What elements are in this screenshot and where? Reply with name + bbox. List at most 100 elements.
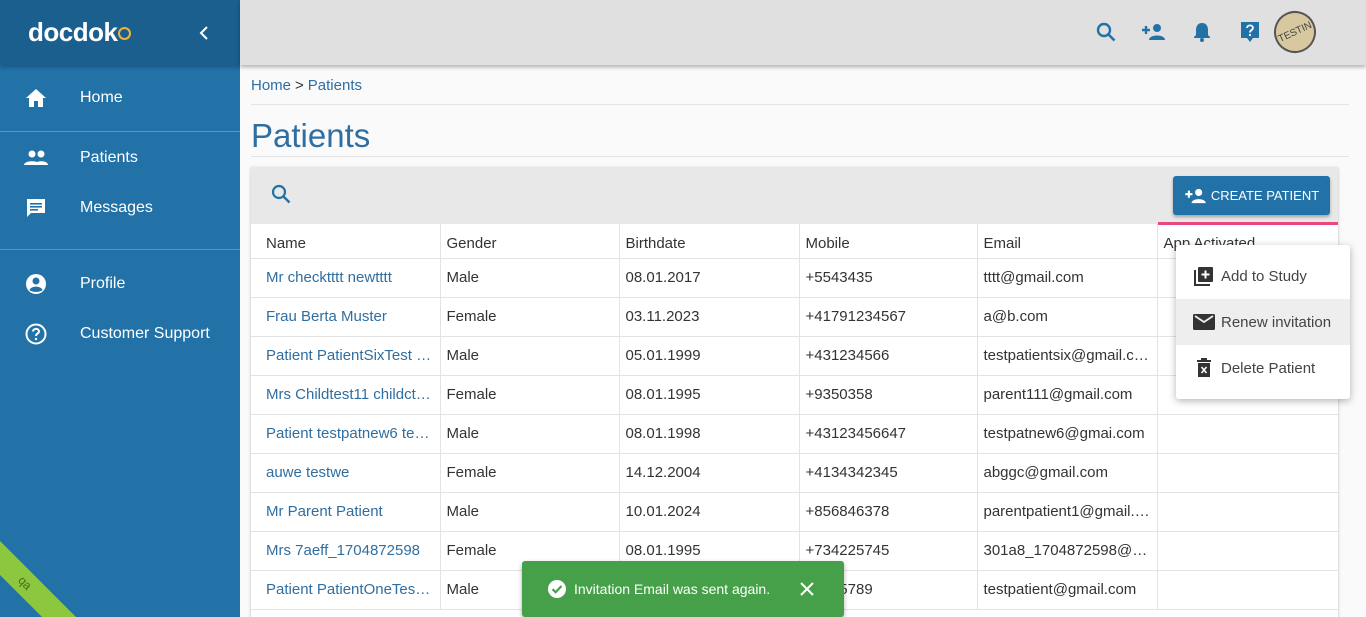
account-circle-icon: [24, 272, 48, 296]
cell-email: tttt@gmail.com: [977, 258, 1158, 298]
patients-table-card: CREATE PATIENT Name Gender Birthdate Mob…: [251, 167, 1338, 617]
breadcrumb: Home > Patients: [251, 77, 362, 94]
close-icon[interactable]: [798, 580, 816, 598]
menu-item-add-to-study[interactable]: Add to Study: [1176, 253, 1350, 299]
menu-item-label: Add to Study: [1221, 267, 1307, 285]
table-header-row: Name Gender Birthdate Mobile Email App A…: [251, 224, 1338, 259]
top-app-bar: TESTIN: [240, 0, 1366, 65]
sidebar-item-home[interactable]: Home: [0, 73, 240, 123]
sidebar-item-label: Customer Support: [80, 325, 210, 342]
column-header-birthdate[interactable]: Birthdate: [619, 224, 800, 259]
success-snackbar: Invitation Email was sent again.: [522, 561, 844, 617]
breadcrumb-home-link[interactable]: Home: [251, 77, 291, 94]
search-icon: [1096, 22, 1116, 42]
cell-email: abggc@gmail.com: [977, 453, 1158, 493]
cell-name[interactable]: Mr checktttt newtttt: [251, 258, 441, 298]
column-focus-indicator: [1158, 222, 1338, 225]
cell-mobile: +5543435: [799, 258, 978, 298]
nav-group-main: Home: [0, 65, 240, 132]
column-header-name[interactable]: Name: [251, 224, 441, 259]
cell-email: testpatient@gmail.com: [977, 570, 1158, 610]
search-icon: [271, 184, 291, 204]
column-header-email[interactable]: Email: [977, 224, 1158, 259]
table-row[interactable]: auwe testwe Female 14.12.2004 +4134342345 ab…: [251, 453, 1338, 493]
cell-birthdate: 05.01.1999: [619, 336, 800, 376]
cell-mobile: +41791234567: [799, 297, 978, 337]
breadcrumb-current[interactable]: Patients: [308, 77, 362, 94]
table-row[interactable]: Patient testpatnew6 testpat Male 08.01.199…: [251, 414, 1338, 454]
cell-email: parent111@gmail.com: [977, 375, 1158, 415]
cell-name[interactable]: Mr Parent Patient: [251, 492, 441, 532]
page-title: Patients: [251, 117, 371, 154]
cell-gender: Male: [440, 336, 620, 376]
cell-mobile: +4134342345: [799, 453, 978, 493]
cell-name[interactable]: Mrs 7aeff_1704872598: [251, 531, 441, 571]
cell-name[interactable]: Patient PatientOneTest testpatient: [251, 570, 441, 610]
avatar[interactable]: TESTIN: [1267, 4, 1323, 60]
chevron-left-icon: [199, 25, 208, 40]
cell-mobile: +9350358: [799, 375, 978, 415]
nav-group-account: Profile Customer Support: [0, 250, 240, 368]
table-toolbar: CREATE PATIENT: [251, 167, 1338, 225]
table-row[interactable]: Patient PatientSixTest testpatientsixMal…: [251, 336, 1338, 376]
cell-birthdate: 03.11.2023: [619, 297, 800, 337]
table-row[interactable]: Frau Berta Muster Female 03.11.2023 +417912…: [251, 297, 1338, 337]
add-user-button[interactable]: [1130, 10, 1178, 54]
menu-item-label: Delete Patient: [1221, 359, 1316, 377]
snackbar-message: Invitation Email was sent again.: [574, 581, 771, 597]
person-add-icon: [1185, 188, 1206, 203]
cell-birthdate: 08.01.1998: [619, 414, 800, 454]
app-logo[interactable]: docdok: [28, 17, 132, 48]
cell-name[interactable]: Mrs Childtest11 childctest: [251, 375, 441, 415]
sidebar-item-customer-support[interactable]: Customer Support: [0, 309, 240, 359]
menu-item-renew-invitation[interactable]: Renew invitation: [1176, 299, 1350, 345]
menu-item-delete-patient[interactable]: Delete Patient: [1176, 345, 1350, 391]
column-header-mobile[interactable]: Mobile: [799, 224, 978, 259]
column-header-gender[interactable]: Gender: [440, 224, 620, 259]
sidebar-item-patients[interactable]: Patients: [0, 133, 240, 183]
cell-gender: Male: [440, 492, 620, 532]
cell-name[interactable]: auwe testwe: [251, 453, 441, 493]
sidebar-item-profile[interactable]: Profile: [0, 259, 240, 309]
logo-mark-icon: [118, 27, 132, 40]
help-button[interactable]: [1226, 10, 1274, 54]
cell-gender: Male: [440, 414, 620, 454]
table-search-button[interactable]: [271, 184, 295, 208]
sidebar-item-label: Patients: [80, 149, 138, 166]
cell-email: testpatnew6@gmai.com: [977, 414, 1158, 454]
cell-gender: Male: [440, 258, 620, 298]
sidebar-item-messages[interactable]: Messages: [0, 183, 240, 233]
search-button[interactable]: [1082, 10, 1130, 54]
cell-mobile: +856846378: [799, 492, 978, 532]
cell-email: 301a8_1704872598@gmail.com: [977, 531, 1158, 571]
bell-icon: [1194, 23, 1210, 42]
collapse-sidebar-button[interactable]: [194, 23, 214, 43]
cell-birthdate: 14.12.2004: [619, 453, 800, 493]
table-row[interactable]: Mr checktttt newtttt Male 08.01.2017 +55434…: [251, 258, 1338, 298]
breadcrumb-separator: >: [295, 77, 304, 94]
create-patient-button[interactable]: CREATE PATIENT: [1173, 176, 1330, 215]
help-box-icon: [1241, 22, 1259, 42]
table-row[interactable]: Mrs Childtest11 childctest Female 08.01.19…: [251, 375, 1338, 415]
cell-birthdate: 10.01.2024: [619, 492, 800, 532]
help-circle-icon: [24, 322, 48, 346]
cell-name[interactable]: Patient PatientSixTest testpatientsix: [251, 336, 441, 376]
cell-email: a@b.com: [977, 297, 1158, 337]
cell-app-activated: [1157, 453, 1338, 493]
table-row[interactable]: Mr Parent Patient Male 10.01.2024 +85684637…: [251, 492, 1338, 532]
cell-mobile: +43123456647: [799, 414, 978, 454]
cell-email: testpatientsix@gmail.com: [977, 336, 1158, 376]
delete-icon: [1193, 357, 1215, 379]
sidebar-item-label: Profile: [80, 275, 126, 292]
notifications-button[interactable]: [1178, 10, 1226, 54]
top-actions: TESTIN: [1082, 4, 1323, 60]
nav-group-patients: Patients Messages: [0, 132, 240, 250]
sidebar-header: docdok: [0, 0, 240, 65]
cell-name[interactable]: Patient testpatnew6 testpat: [251, 414, 441, 454]
environment-badge: qa: [0, 528, 80, 617]
cell-app-activated: [1157, 492, 1338, 532]
cell-name[interactable]: Frau Berta Muster: [251, 297, 441, 337]
cell-gender: Female: [440, 375, 620, 415]
logo-text: docdok: [28, 17, 118, 47]
sidebar-item-label: Home: [80, 89, 123, 106]
